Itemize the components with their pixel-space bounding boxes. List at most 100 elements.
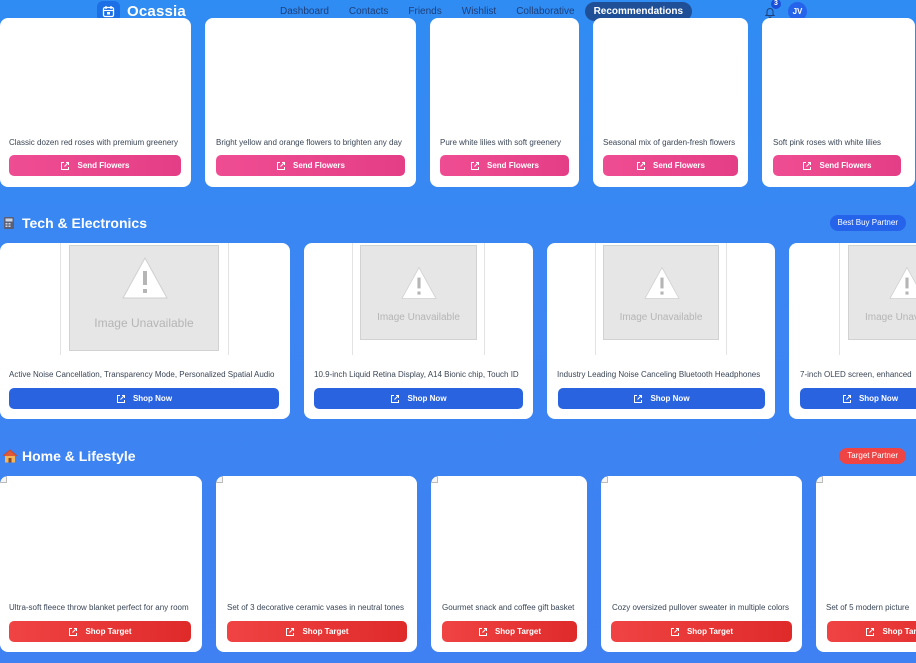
shop-target-button[interactable]: Shop Target [227, 621, 407, 642]
button-label: Send Flowers [652, 161, 705, 170]
shop-now-button[interactable]: Shop Now [800, 388, 916, 409]
send-flowers-button[interactable]: Send Flowers [773, 155, 901, 176]
broken-image-icon [601, 476, 608, 483]
warning-icon [121, 256, 169, 305]
image-unavailable-text: Image Unavailable [94, 316, 194, 330]
button-label: Send Flowers [77, 161, 130, 170]
partner-badge: Target Partner [839, 448, 906, 464]
external-link-icon [802, 161, 812, 171]
section-header: Home & Lifestyle Target Partner [0, 446, 916, 468]
image-frame [228, 243, 229, 355]
broken-image-icon [816, 476, 823, 483]
product-card: Soft pink roses with white lilies Send F… [762, 18, 915, 187]
external-link-icon [842, 394, 852, 404]
external-link-icon [478, 627, 488, 637]
external-link-icon [276, 161, 286, 171]
send-flowers-button[interactable]: Send Flowers [440, 155, 569, 176]
external-link-icon [285, 627, 295, 637]
warning-icon [400, 266, 438, 305]
product-card: Cozy oversized pullover sweater in multi… [601, 476, 802, 652]
computer-icon [2, 216, 16, 230]
product-description: Set of 3 decorative ceramic vases in neu… [227, 603, 404, 612]
broken-image-icon [431, 476, 438, 483]
external-link-icon [390, 394, 400, 404]
product-card: Image Unavailable 7-inch OLED screen, en… [789, 243, 916, 419]
shop-target-button[interactable]: Shop Target [827, 621, 916, 642]
shop-now-button[interactable]: Shop Now [558, 388, 765, 409]
image-placeholder: Image Unavailable [603, 245, 719, 340]
image-unavailable-text: Image Unavailable [377, 312, 460, 323]
button-label: Shop Target [302, 627, 349, 636]
section-header: Tech & Electronics Best Buy Partner [0, 213, 916, 235]
product-description: Cozy oversized pullover sweater in multi… [612, 603, 789, 612]
shop-target-button[interactable]: Shop Target [9, 621, 191, 642]
product-card: Image Unavailable Industry Leading Noise… [547, 243, 775, 419]
notification-count-badge: 3 [771, 0, 781, 9]
image-frame [726, 243, 727, 355]
shop-target-button[interactable]: Shop Target [442, 621, 577, 642]
button-label: Shop Target [882, 627, 916, 636]
product-card: Classic dozen red roses with premium gre… [0, 18, 191, 187]
external-link-icon [116, 394, 126, 404]
button-label: Shop Now [132, 394, 173, 403]
button-label: Shop Target [85, 627, 132, 636]
external-link-icon [470, 161, 480, 171]
product-description: Set of 5 modern picture [826, 603, 910, 612]
image-frame [352, 243, 353, 355]
image-placeholder: Image Unavailable [69, 245, 219, 351]
product-description: Bright yellow and orange flowers to brig… [216, 138, 402, 147]
broken-image-icon [216, 476, 223, 483]
product-description: Soft pink roses with white lilies [773, 138, 882, 147]
warning-icon [643, 266, 681, 305]
image-frame [839, 243, 840, 355]
product-card: Ultra-soft fleece throw blanket perfect … [0, 476, 202, 652]
shop-now-button[interactable]: Shop Now [9, 388, 279, 409]
button-label: Shop Target [494, 627, 542, 636]
image-placeholder: Image Unavailable [360, 245, 477, 340]
button-label: Shop Target [686, 627, 734, 636]
broken-image-icon [0, 476, 7, 483]
send-flowers-button[interactable]: Send Flowers [9, 155, 181, 176]
product-description: Pure white lilies with soft greenery [440, 138, 561, 147]
product-description: 10.9-inch Liquid Retina Display, A14 Bio… [314, 370, 519, 379]
shop-now-button[interactable]: Shop Now [314, 388, 523, 409]
product-card: Image Unavailable 10.9-inch Liquid Retin… [304, 243, 533, 419]
product-description: Industry Leading Noise Canceling Bluetoo… [557, 370, 761, 379]
product-description: Ultra-soft fleece throw blanket perfect … [9, 603, 189, 612]
external-link-icon [60, 161, 70, 171]
product-card: Gourmet snack and coffee gift basket Sho… [431, 476, 587, 652]
button-label: Send Flowers [486, 161, 539, 170]
image-frame [484, 243, 485, 355]
product-card: Seasonal mix of garden-fresh flowers Sen… [593, 18, 748, 187]
product-card: Set of 5 modern picture Shop Target [816, 476, 916, 652]
section-title: Tech & Electronics [22, 215, 148, 231]
house-icon [2, 449, 18, 463]
button-label: Send Flowers [292, 161, 345, 170]
image-unavailable-text: Image Unavailable [865, 312, 916, 323]
product-description: Gourmet snack and coffee gift basket [442, 603, 575, 612]
send-flowers-button[interactable]: Send Flowers [603, 155, 738, 176]
warning-icon [888, 266, 916, 305]
partner-badge: Best Buy Partner [829, 215, 906, 231]
button-label: Shop Now [407, 394, 447, 403]
product-card: Bright yellow and orange flowers to brig… [205, 18, 416, 187]
product-description: 7-inch OLED screen, enhanced [800, 370, 912, 379]
external-link-icon [633, 394, 643, 404]
product-description: Classic dozen red roses with premium gre… [9, 138, 178, 147]
button-label: Shop Now [650, 394, 690, 403]
product-description: Active Noise Cancellation, Transparency … [9, 370, 275, 379]
image-frame [60, 243, 61, 355]
image-frame [595, 243, 596, 355]
section-title: Home & Lifestyle [22, 448, 136, 464]
button-label: Send Flowers [819, 161, 872, 170]
product-card: Image Unavailable Active Noise Cancellat… [0, 243, 290, 419]
product-card: Pure white lilies with soft greenery Sen… [430, 18, 579, 187]
external-link-icon [865, 627, 875, 637]
image-unavailable-text: Image Unavailable [619, 312, 703, 323]
button-label: Shop Now [858, 394, 899, 403]
send-flowers-button[interactable]: Send Flowers [216, 155, 405, 176]
external-link-icon [68, 627, 78, 637]
shop-target-button[interactable]: Shop Target [611, 621, 792, 642]
image-placeholder: Image Unavailable [848, 245, 916, 340]
external-link-icon [636, 161, 646, 171]
